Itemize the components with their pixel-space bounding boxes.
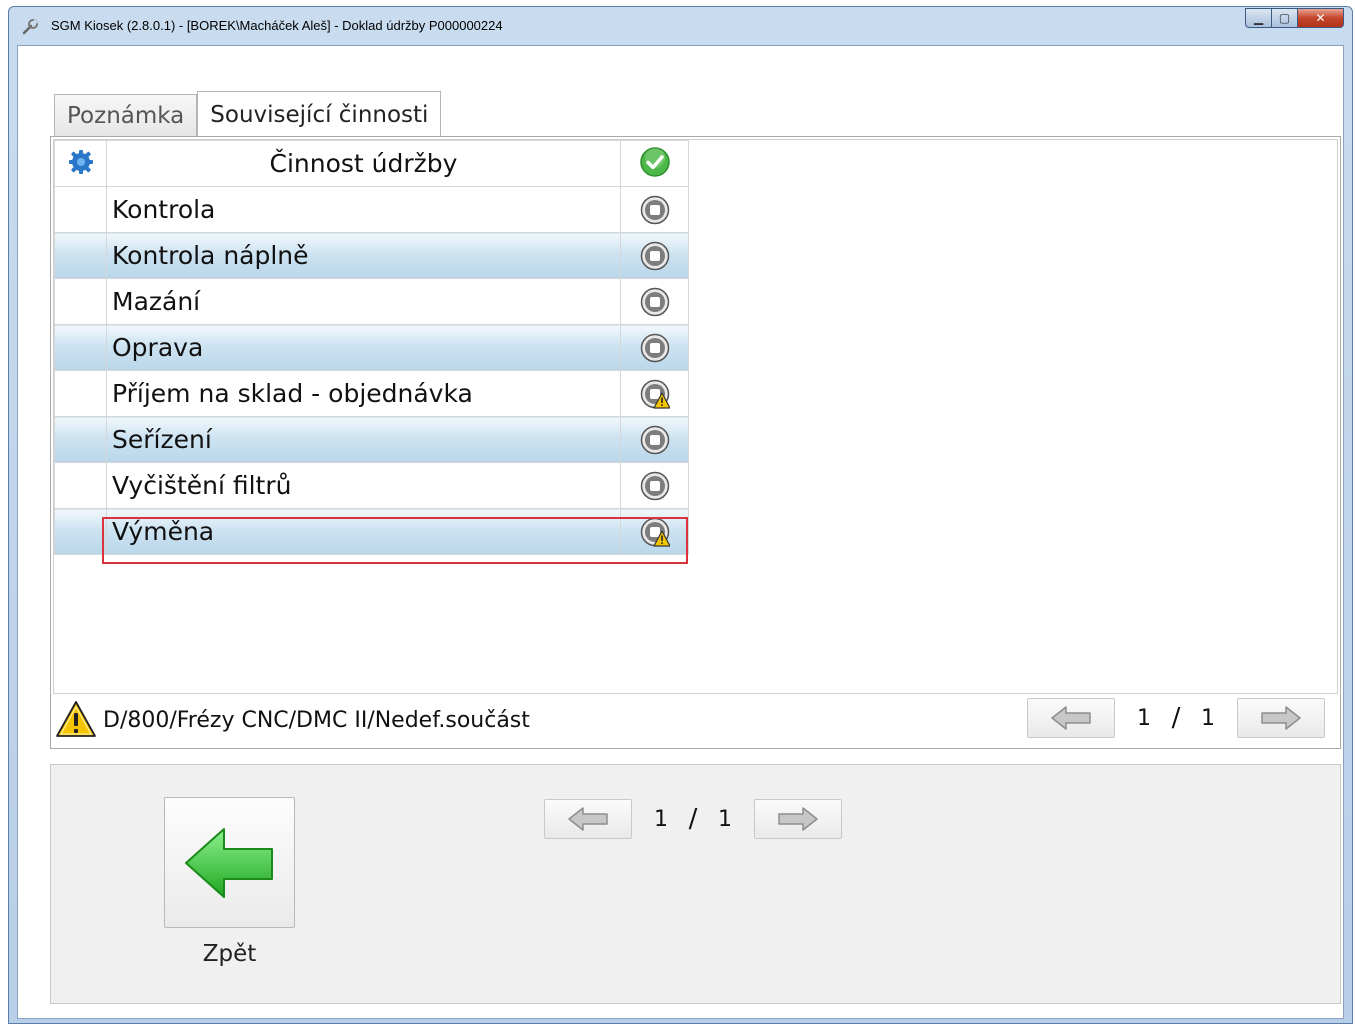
tab-strip: Poznámka Související činnosti [54,91,442,137]
table-row[interactable]: Seřízení [54,416,689,463]
row-indicator [54,462,107,509]
row-indicator [54,232,107,279]
total-pages: 1 [1201,705,1215,731]
activity-column-header[interactable]: Činnost údržby [106,140,621,187]
activity-name: Oprava [106,324,621,371]
status-cell[interactable] [620,370,689,417]
activity-name: Kontrola náplně [106,232,621,279]
table-row[interactable]: Mazání [54,278,689,325]
row-indicator [54,370,107,417]
status-cell[interactable] [620,324,689,371]
activity-name: Mazání [106,278,621,325]
previous-page-button[interactable] [544,799,632,839]
app-window: SGM Kiosek (2.8.0.1) - [BOREK\Macháček A… [8,6,1353,1024]
current-page: 1 [654,806,668,832]
tab-poznamka[interactable]: Poznámka [54,94,198,136]
back-button[interactable] [164,797,295,928]
table-row[interactable]: Příjem na sklad - objednávka [54,370,689,417]
page-separator: / [688,804,698,834]
arrow-right-icon [778,807,818,831]
stop-icon [640,287,669,316]
arrow-right-icon [1261,706,1301,730]
current-page: 1 [1137,705,1151,731]
back-label: Zpět [202,941,257,967]
window-title: SGM Kiosek (2.8.0.1) - [BOREK\Macháček A… [51,18,503,33]
table-pager: 1 / 1 [1027,698,1325,738]
table-row[interactable]: Kontrola náplně [54,232,689,279]
activity-name: Seřízení [106,416,621,463]
activity-name: Vyčištění filtrů [106,462,621,509]
status-cell[interactable] [620,186,689,233]
stop-icon [640,425,669,454]
activities-panel: Činnost údržby Kontrola Kontrola náplně … [50,136,1341,749]
stop-icon [640,241,669,270]
gear-icon [68,149,93,174]
row-indicator [54,508,107,555]
row-indicator [54,416,107,463]
next-page-button[interactable] [1237,698,1325,738]
maximize-button[interactable]: ▢ [1272,8,1298,28]
row-indicator [54,186,107,233]
stop-icon [640,195,669,224]
window-controls: ▁ ▢ ✕ [1245,8,1344,30]
client-area: Poznámka Související činnosti Činnost úd… [17,45,1344,1019]
minimize-button[interactable]: ▁ [1245,8,1272,28]
activities-grid: Činnost údržby Kontrola Kontrola náplně … [53,139,1338,694]
stop-icon [640,471,669,500]
activity-name: Kontrola [106,186,621,233]
title-bar[interactable]: SGM Kiosek (2.8.0.1) - [BOREK\Macháček A… [9,7,1352,45]
panel-footer: D/800/Frézy CNC/DMC II/Nedef.součást 1 /… [51,694,1340,748]
activity-name: Příjem na sklad - objednávka [106,370,621,417]
stop-warning-icon [640,379,670,409]
table-row[interactable]: Kontrola [54,186,689,233]
close-button[interactable]: ✕ [1298,8,1344,28]
row-indicator [54,278,107,325]
status-cell[interactable] [620,416,689,463]
table-header: Činnost údržby [54,140,689,187]
stop-warning-icon [640,517,670,547]
status-cell[interactable] [620,508,689,555]
action-panel: Zpět 1 / 1 [50,764,1341,1004]
arrow-left-icon [568,807,608,831]
status-column-header[interactable] [620,140,689,187]
table-row[interactable]: Vyčištění filtrů [54,462,689,509]
tab-souvisejici-cinnosti[interactable]: Související činnosti [197,91,442,137]
status-cell[interactable] [620,278,689,325]
page-separator: / [1171,703,1181,733]
check-icon [639,146,670,177]
status-cell[interactable] [620,232,689,279]
total-pages: 1 [718,806,732,832]
activity-name: Výměna [106,508,621,555]
warning-icon [56,701,96,737]
row-indicator [54,324,107,371]
wrench-icon [22,19,38,35]
previous-page-button[interactable] [1027,698,1115,738]
stop-icon [640,333,669,362]
activities-table: Činnost údržby Kontrola Kontrola náplně … [54,140,689,555]
table-row-selected[interactable]: Výměna [54,508,689,555]
next-page-button[interactable] [754,799,842,839]
table-row[interactable]: Oprava [54,324,689,371]
bottom-pager: 1 / 1 [544,799,842,839]
arrow-left-icon [1051,706,1091,730]
status-cell[interactable] [620,462,689,509]
equipment-path: D/800/Frézy CNC/DMC II/Nedef.součást [103,708,530,733]
arrow-left-icon [184,827,273,898]
settings-column-header[interactable] [54,140,107,187]
